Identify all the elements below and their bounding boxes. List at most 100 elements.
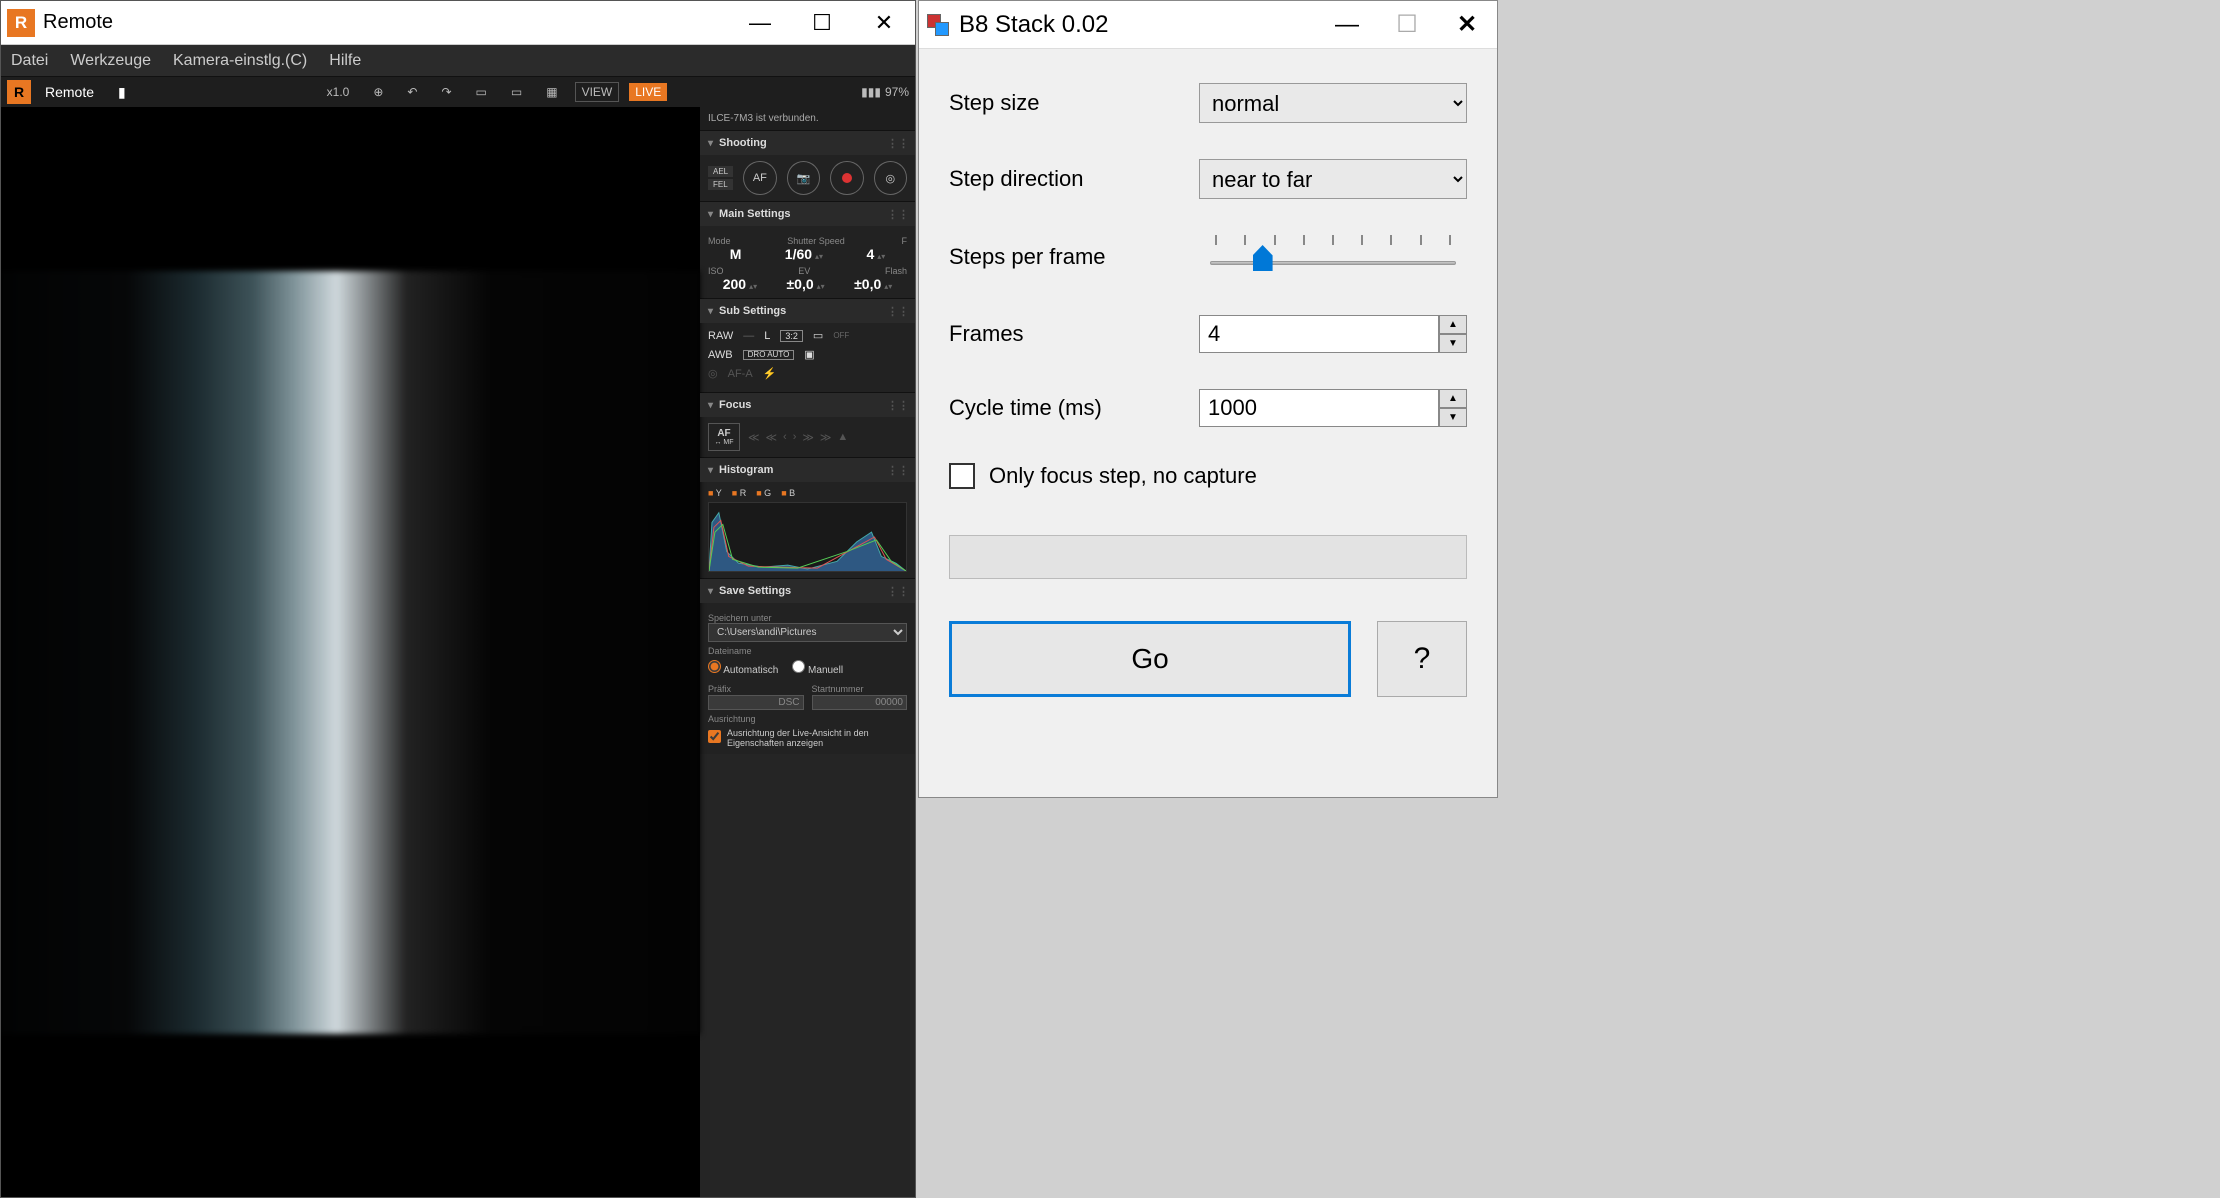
focus-near-3[interactable]: ≪ <box>748 431 760 444</box>
cycle-time-input[interactable] <box>1199 389 1439 427</box>
focus-mode[interactable]: AF ↔ MF <box>708 423 740 451</box>
menu-file[interactable]: Datei <box>11 52 48 70</box>
only-focus-checkbox[interactable]: Only focus step, no capture <box>949 463 1467 489</box>
focus-far-2[interactable]: ≫ <box>802 431 814 444</box>
steps-per-frame-slider[interactable] <box>1199 235 1467 279</box>
remote-title: Remote <box>43 11 729 34</box>
remote-titlebar: R Remote — ☐ ✕ <box>1 1 915 45</box>
battery-indicator: ▮▮▮ 97% <box>861 85 909 99</box>
focus-bar-icon[interactable]: ▲ <box>837 431 848 444</box>
stack-titlebar: B8 Stack 0.02 — ☐ ✕ <box>919 1 1497 49</box>
slider-thumb[interactable] <box>1253 245 1273 271</box>
remote-app-icon: R <box>7 9 35 37</box>
frames-down[interactable]: ▼ <box>1439 334 1467 353</box>
rotate-right-icon[interactable]: ↷ <box>434 82 458 102</box>
histo-g[interactable]: G <box>756 488 771 498</box>
histogram-header[interactable]: Histogram⋮⋮ <box>700 458 915 482</box>
raw-setting[interactable]: RAW <box>708 330 733 342</box>
metering-icon[interactable]: ◎ <box>708 367 718 380</box>
card-icon[interactable]: ▭ <box>813 329 823 342</box>
fel-button[interactable]: FEL <box>708 179 733 190</box>
stack-status-bar <box>949 535 1467 579</box>
off-indicator: OFF <box>833 331 849 340</box>
shooting-header[interactable]: Shooting⋮⋮ <box>700 131 915 155</box>
startnum-label: Startnummer <box>812 684 908 694</box>
orient-checkbox[interactable]: Ausrichtung der Live-Ansicht in den Eige… <box>708 728 907 748</box>
mode-lbl: Mode <box>708 236 731 246</box>
step-size-select[interactable]: normal <box>1199 83 1467 123</box>
menu-help[interactable]: Hilfe <box>329 52 361 70</box>
focus-far-1[interactable]: › <box>793 431 797 444</box>
stack-maximize-button[interactable]: ☐ <box>1377 1 1437 49</box>
dro-setting[interactable]: DRO AUTO <box>743 350 795 360</box>
connection-status: ILCE-7M3 ist verbunden. <box>700 107 915 130</box>
stack-close-button[interactable]: ✕ <box>1437 1 1497 49</box>
histo-b[interactable]: B <box>781 488 795 498</box>
radio-auto[interactable]: Automatisch <box>708 660 778 676</box>
zoom-tool-icon[interactable]: ⊕ <box>366 82 390 102</box>
help-button[interactable]: ? <box>1377 621 1467 697</box>
step-direction-select[interactable]: near to far <box>1199 159 1467 199</box>
flash-icon[interactable]: ⚡ <box>763 367 777 380</box>
ev-lbl: EV <box>798 266 810 276</box>
remote-menubar: Datei Werkzeuge Kamera-einstlg.(C) Hilfe <box>1 45 915 77</box>
histo-r[interactable]: R <box>732 488 746 498</box>
filename-label: Dateiname <box>708 646 907 656</box>
focus-near-1[interactable]: ‹ <box>783 431 787 444</box>
frames-up[interactable]: ▲ <box>1439 315 1467 334</box>
mode-value[interactable]: M <box>730 246 742 262</box>
prefix-input[interactable] <box>708 695 804 710</box>
frames-input[interactable] <box>1199 315 1439 353</box>
stack-title: B8 Stack 0.02 <box>959 11 1317 39</box>
af-area-icon[interactable]: AF-A <box>728 368 753 380</box>
checkbox-box[interactable] <box>949 463 975 489</box>
target-button[interactable]: ◎ <box>874 161 907 195</box>
remote-toolbar: R Remote ▮ x1.0 ⊕ ↶ ↷ ▭ ▭ ▦ VIEW LIVE ▮▮… <box>1 77 915 107</box>
grid-icon[interactable]: ▦ <box>539 82 564 102</box>
cycle-down[interactable]: ▼ <box>1439 408 1467 427</box>
ratio-setting[interactable]: 3:2 <box>780 330 803 342</box>
minimize-button[interactable]: — <box>729 1 791 45</box>
shutter-button[interactable]: 📷 <box>787 161 820 195</box>
go-button[interactable]: Go <box>949 621 1351 697</box>
f-lbl: F <box>902 236 908 246</box>
main-settings-header[interactable]: Main Settings⋮⋮ <box>700 202 915 226</box>
rotate-left-icon[interactable]: ↶ <box>400 82 424 102</box>
viewer-icon[interactable]: ▮ <box>118 84 126 101</box>
iso-value[interactable]: 200 <box>723 276 746 292</box>
focus-far-3[interactable]: ≫ <box>820 431 832 444</box>
maximize-button[interactable]: ☐ <box>791 1 853 45</box>
shutter-value[interactable]: 1/60 <box>785 246 812 262</box>
focus-near-2[interactable]: ≪ <box>766 431 778 444</box>
awb-setting[interactable]: AWB <box>708 349 733 361</box>
display-icon[interactable]: ▣ <box>804 348 814 361</box>
sub-settings-header[interactable]: Sub Settings⋮⋮ <box>700 299 915 323</box>
save-path-select[interactable]: C:\Users\andi\Pictures <box>708 623 907 642</box>
ev-value[interactable]: ±0,0 <box>787 276 814 292</box>
live-view[interactable] <box>1 107 700 1197</box>
live-button[interactable]: LIVE <box>629 83 667 101</box>
cycle-up[interactable]: ▲ <box>1439 389 1467 408</box>
menu-camera[interactable]: Kamera-einstlg.(C) <box>173 52 307 70</box>
display-2-icon[interactable]: ▭ <box>504 82 529 102</box>
flash-value[interactable]: ±0,0 <box>854 276 881 292</box>
save-settings-header[interactable]: Save Settings⋮⋮ <box>700 579 915 603</box>
view-button[interactable]: VIEW <box>575 82 620 102</box>
stack-minimize-button[interactable]: — <box>1317 1 1377 49</box>
startnum-input[interactable] <box>812 695 908 710</box>
size-setting[interactable]: L <box>764 330 770 342</box>
stack-window: B8 Stack 0.02 — ☐ ✕ Step size normal Ste… <box>918 0 1498 798</box>
flash-lbl: Flash <box>885 266 907 276</box>
zoom-label: x1.0 <box>320 82 357 102</box>
focus-header[interactable]: Focus⋮⋮ <box>700 393 915 417</box>
af-button[interactable]: AF <box>743 161 776 195</box>
display-1-icon[interactable]: ▭ <box>469 82 494 102</box>
close-button[interactable]: ✕ <box>853 1 915 45</box>
radio-manual[interactable]: Manuell <box>792 660 843 676</box>
menu-tools[interactable]: Werkzeuge <box>70 52 151 70</box>
record-button[interactable] <box>830 161 863 195</box>
step-direction-label: Step direction <box>949 166 1199 192</box>
aperture-value[interactable]: 4 <box>866 246 874 262</box>
histo-y[interactable]: Y <box>708 488 722 498</box>
ael-button[interactable]: AEL <box>708 166 733 177</box>
